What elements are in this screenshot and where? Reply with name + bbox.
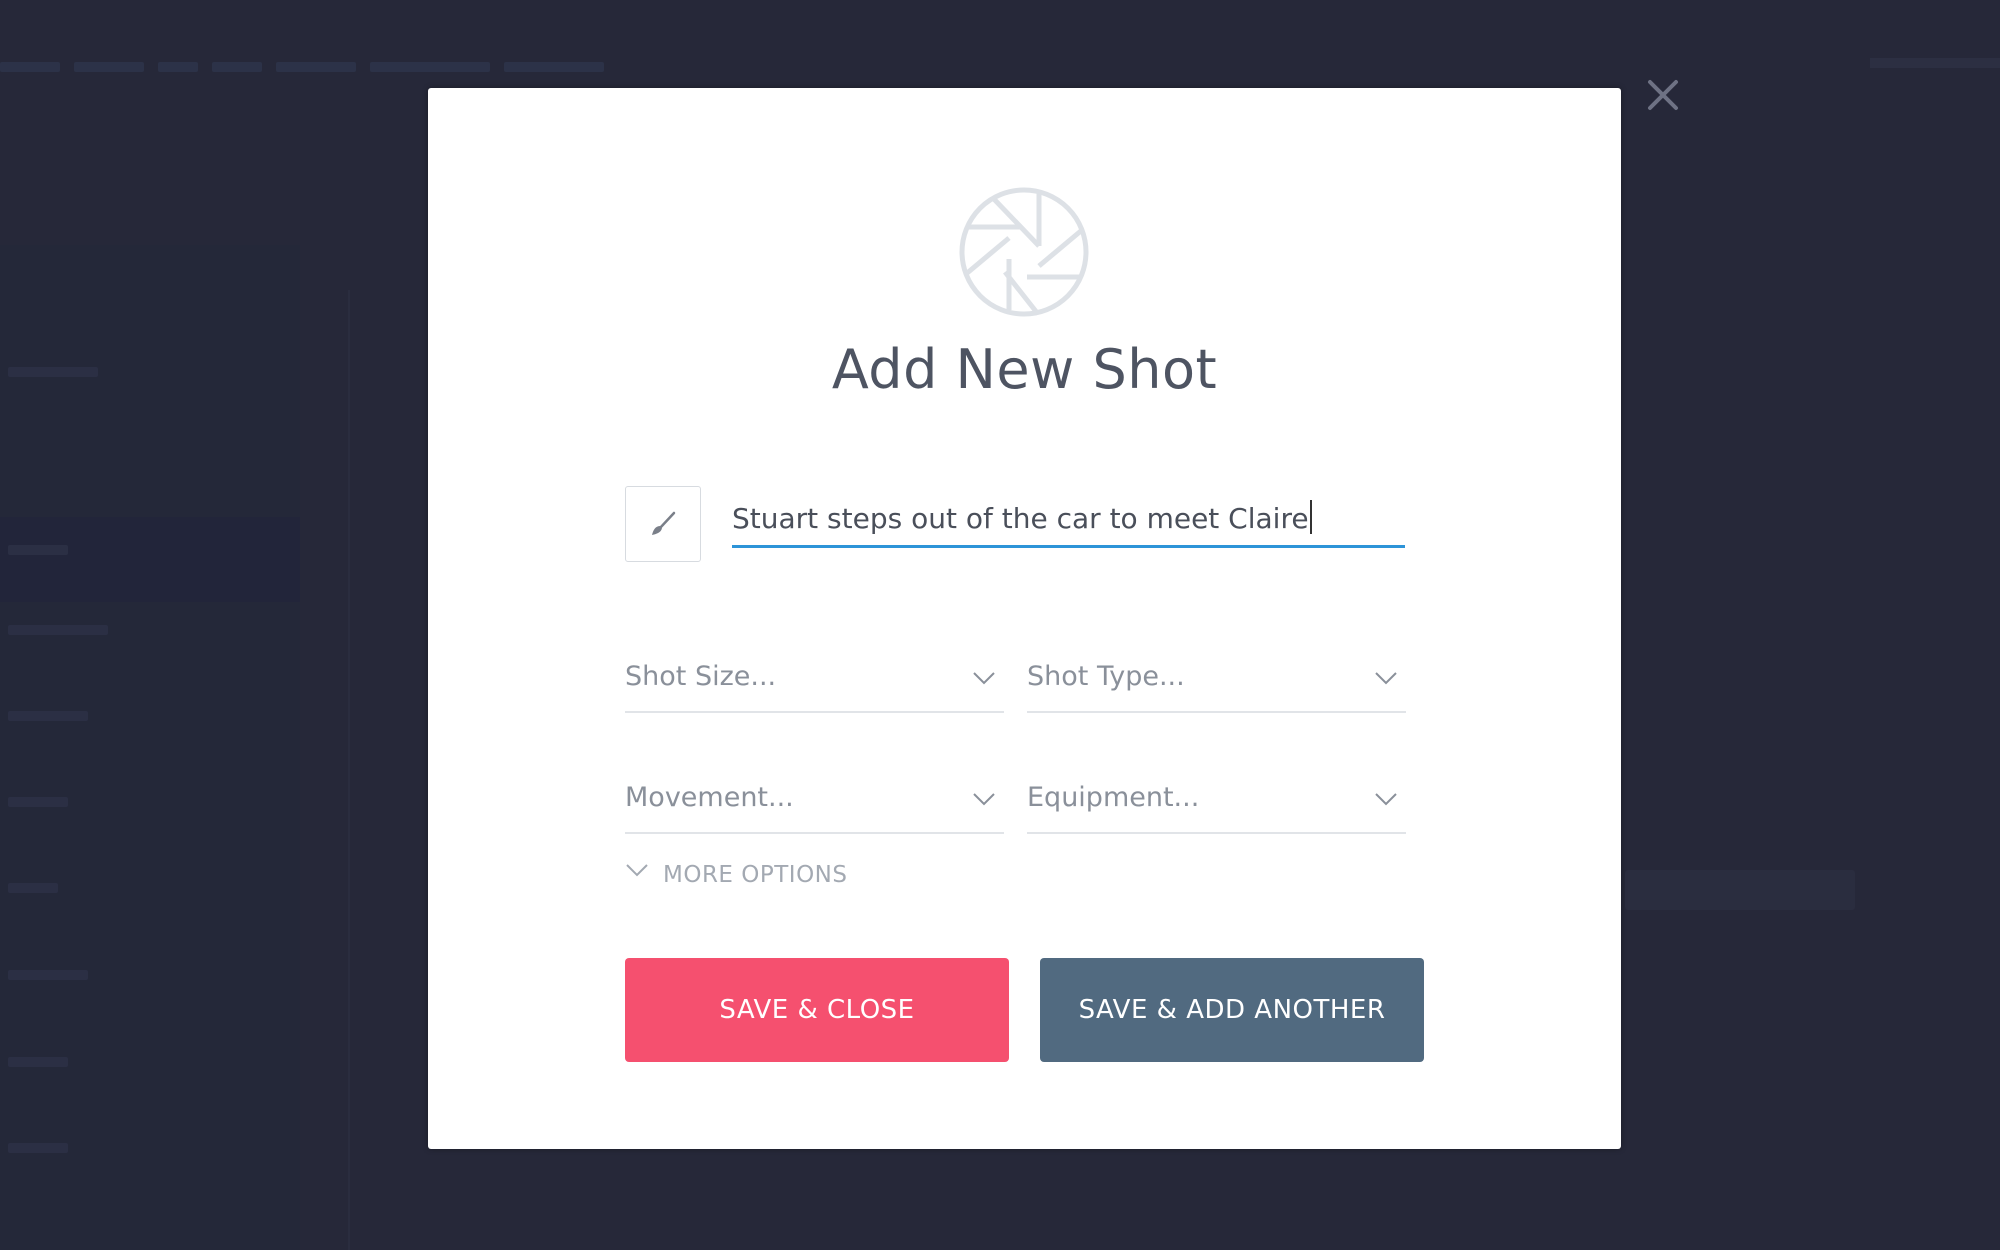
more-options-label: MORE OPTIONS — [663, 862, 848, 888]
background-sidebar-selected — [0, 517, 300, 602]
equipment-placeholder: Equipment... — [1027, 782, 1200, 813]
chevron-down-icon — [626, 864, 648, 877]
add-shot-modal: Add New Shot Stuart steps out of the car… — [428, 88, 1621, 1149]
more-options-toggle[interactable]: MORE OPTIONS — [625, 858, 848, 892]
chevron-down-icon — [973, 793, 995, 806]
equipment-dropdown[interactable]: Equipment... — [1027, 774, 1406, 834]
shot-type-placeholder: Shot Type... — [1027, 661, 1185, 692]
background-sidebar — [0, 245, 300, 1250]
paintbrush-icon — [652, 511, 676, 535]
close-modal-button[interactable] — [1644, 76, 1682, 114]
movement-placeholder: Movement... — [625, 782, 794, 813]
save-add-another-button[interactable]: SAVE & ADD ANOTHER — [1040, 958, 1424, 1062]
aperture-icon — [959, 187, 1089, 317]
background-breadcrumb — [0, 58, 680, 74]
shot-size-dropdown[interactable]: Shot Size... — [625, 653, 1004, 713]
text-caret — [1309, 500, 1312, 534]
shot-size-placeholder: Shot Size... — [625, 661, 777, 692]
shot-type-dropdown[interactable]: Shot Type... — [1027, 653, 1406, 713]
shot-color-picker-button[interactable] — [625, 486, 701, 562]
background-header-right — [1870, 58, 2000, 68]
background-divider — [348, 290, 350, 1250]
chevron-down-icon — [1375, 793, 1397, 806]
modal-title: Add New Shot — [831, 338, 1218, 401]
chevron-down-icon — [973, 672, 995, 685]
save-close-button[interactable]: SAVE & CLOSE — [625, 958, 1009, 1062]
background-heading — [1625, 870, 1855, 910]
shot-name-value: Stuart steps out of the car to meet Clai… — [732, 502, 1309, 535]
shot-name-value-wrap: Stuart steps out of the car to meet Clai… — [732, 500, 1312, 535]
movement-dropdown[interactable]: Movement... — [625, 774, 1004, 834]
chevron-down-icon — [1375, 672, 1397, 685]
close-icon — [1648, 80, 1678, 110]
